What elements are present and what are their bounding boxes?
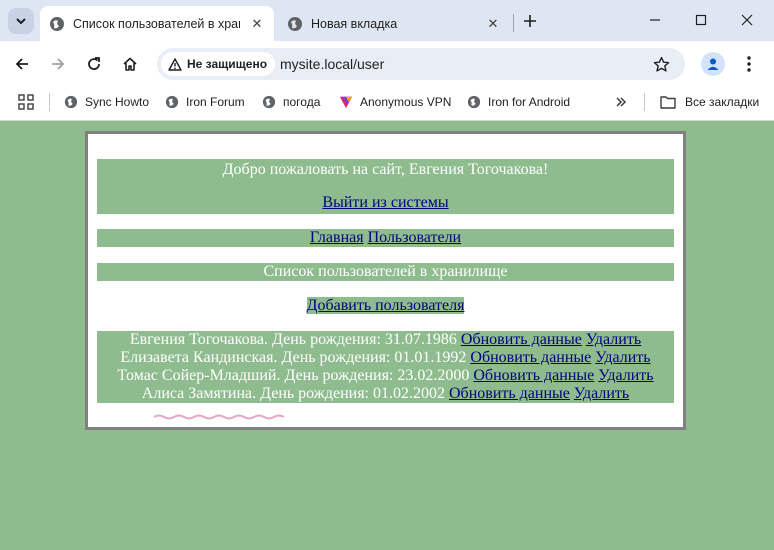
arrow-right-icon (52, 58, 65, 70)
user-list: Евгения Тогочакова. День рождения: 31.07… (97, 331, 674, 403)
minimize-button[interactable] (632, 0, 678, 40)
welcome-panel: Добро пожаловать на сайт, Евгения Тогоча… (97, 159, 674, 214)
maximize-icon (695, 14, 707, 26)
close-window-button[interactable] (724, 0, 770, 40)
url-text[interactable]: mysite.local/user (280, 56, 384, 72)
globe-icon (50, 16, 64, 31)
profile-button[interactable] (701, 52, 725, 76)
apps-button[interactable] (17, 93, 35, 111)
page-viewport: Добро пожаловать на сайт, Евгения Тогоча… (0, 122, 774, 550)
security-chip[interactable]: Не защищено (161, 52, 276, 76)
nav-users-link[interactable]: Пользователи (368, 229, 462, 246)
add-user-link[interactable]: Добавить пользователя (306, 297, 465, 314)
logout-link[interactable]: Выйти из системы (322, 194, 448, 211)
minimize-icon (650, 19, 660, 21)
user-row: Евгения Тогочакова. День рождения: 31.07… (97, 331, 674, 349)
security-label: Не защищено (187, 57, 268, 71)
bookmark-star-button[interactable] (650, 53, 672, 75)
home-button[interactable] (116, 50, 144, 78)
globe-icon (165, 95, 179, 109)
bookmark-iron-for-android[interactable]: Iron for Android (467, 92, 570, 112)
globe-icon (64, 95, 78, 109)
new-tab-button[interactable] (519, 10, 541, 32)
bookmark-iron-forum[interactable]: Iron Forum (165, 92, 245, 112)
folder-icon (660, 96, 676, 109)
arrow-left-icon (15, 58, 28, 70)
tab-strip: Список пользователей в храни ✕ Новая вкл… (0, 0, 774, 41)
update-user-link[interactable]: Обновить данные (449, 385, 570, 402)
nav-home-link[interactable]: Главная (310, 229, 364, 246)
all-bookmarks-button[interactable]: Все закладки (660, 92, 759, 112)
update-user-link[interactable]: Обновить данные (470, 349, 591, 366)
chevron-down-icon (16, 18, 26, 25)
address-bar[interactable]: Не защищено mysite.local/user (157, 48, 685, 80)
tab-separator (513, 14, 514, 32)
all-bookmarks-label: Все закладки (685, 95, 760, 109)
globe-icon (467, 95, 481, 109)
more-vertical-icon (747, 56, 751, 72)
bookmarks-bar: Sync Howto Iron Forum погода Anonymous V… (0, 87, 774, 121)
star-icon (653, 56, 669, 72)
tab-title: Список пользователей в храни (73, 16, 240, 31)
site-nav: Главная Пользователи (97, 229, 674, 247)
forward-button[interactable] (44, 50, 72, 78)
bookmark-label: погода (283, 95, 321, 109)
home-icon (123, 57, 137, 71)
browser-menu-button[interactable] (738, 52, 760, 76)
vpn-icon (339, 96, 353, 109)
plus-icon (524, 15, 536, 27)
person-icon (707, 58, 719, 70)
bookmark-separator (644, 93, 645, 111)
more-bookmarks-button[interactable] (612, 92, 630, 112)
bookmark-anonymous-vpn[interactable]: Anonymous VPN (339, 92, 451, 112)
close-icon[interactable]: ✕ (484, 15, 502, 33)
back-button[interactable] (8, 50, 36, 78)
update-user-link[interactable]: Обновить данные (473, 367, 594, 384)
user-info: Елизавета Кандинская. День рождения: 01.… (120, 349, 467, 366)
globe-icon (288, 16, 302, 31)
user-info: Алиса Замятина. День рождения: 01.02.200… (141, 385, 445, 402)
apps-grid-icon (18, 94, 34, 110)
welcome-text: Добро пожаловать на сайт, Евгения Тогоча… (222, 161, 549, 178)
tab-title: Новая вкладка (311, 16, 398, 31)
tab-search-button[interactable] (8, 8, 34, 34)
reload-button[interactable] (80, 50, 108, 78)
delete-user-link[interactable]: Удалить (595, 349, 650, 366)
bookmark-separator (49, 93, 50, 111)
bookmark-label: Iron for Android (488, 95, 571, 109)
warning-icon (168, 57, 182, 71)
user-row: Алиса Замятина. День рождения: 01.02.200… (97, 385, 674, 403)
bookmark-label: Sync Howto (85, 95, 150, 109)
update-user-link[interactable]: Обновить данные (461, 331, 582, 348)
globe-icon (262, 95, 276, 109)
delete-user-link[interactable]: Удалить (574, 385, 629, 402)
close-icon[interactable]: ✕ (248, 15, 266, 33)
user-row: Елизавета Кандинская. День рождения: 01.… (97, 349, 674, 367)
tab-user-list[interactable]: Список пользователей в храни ✕ (40, 6, 274, 41)
bookmark-weather[interactable]: погода (262, 92, 320, 112)
content-container: Добро пожаловать на сайт, Евгения Тогоча… (85, 131, 686, 430)
browser-toolbar: Не защищено mysite.local/user (0, 41, 774, 87)
close-icon (741, 14, 753, 26)
maximize-button[interactable] (678, 0, 724, 40)
bookmark-label: Iron Forum (186, 95, 245, 109)
delete-user-link[interactable]: Удалить (598, 367, 653, 384)
tab-new-tab[interactable]: Новая вкладка ✕ (278, 6, 510, 41)
chevron-double-right-icon (616, 97, 627, 107)
user-row: Томас Сойер-Младший. День рождения: 23.0… (97, 367, 674, 385)
user-info: Томас Сойер-Младший. День рождения: 23.0… (117, 367, 470, 384)
user-info: Евгения Тогочакова. День рождения: 31.07… (129, 331, 457, 348)
add-user-row: Добавить пользователя (88, 297, 683, 315)
delete-user-link[interactable]: Удалить (586, 331, 641, 348)
bookmark-sync-howto[interactable]: Sync Howto (64, 92, 149, 112)
spellcheck-underline (154, 414, 284, 420)
user-list-title: Список пользователей в хранилище (97, 263, 674, 281)
bookmark-label: Anonymous VPN (360, 95, 452, 109)
reload-icon (88, 57, 100, 70)
